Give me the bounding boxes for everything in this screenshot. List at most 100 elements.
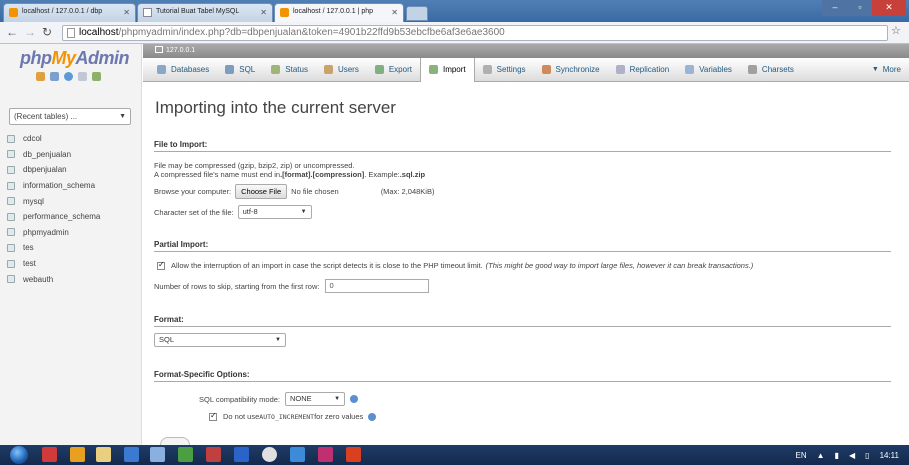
docs-icon[interactable] bbox=[78, 72, 87, 81]
phpmyadmin-logo[interactable]: phpMyAdmin bbox=[20, 48, 130, 69]
tab-databases[interactable]: Databases bbox=[149, 58, 217, 82]
logout-icon[interactable] bbox=[50, 72, 59, 81]
word-icon[interactable] bbox=[234, 447, 249, 462]
server-breadcrumb: 127.0.0.1 bbox=[143, 44, 909, 58]
browser-tab-3[interactable]: localhost / 127.0.0.1 | php ✕ bbox=[274, 3, 404, 23]
database-item[interactable]: db_penjualan bbox=[7, 147, 100, 163]
language-indicator[interactable]: EN bbox=[796, 451, 807, 460]
maximize-button[interactable]: ▫ bbox=[848, 0, 872, 16]
close-tab-icon[interactable]: ✕ bbox=[260, 8, 267, 17]
app-icon[interactable] bbox=[318, 447, 333, 462]
browser-tab-1[interactable]: localhost / 127.0.0.1 / dbp ✕ bbox=[3, 3, 136, 22]
database-item[interactable]: tes bbox=[7, 240, 100, 256]
format-row: SQL ▼ bbox=[154, 333, 286, 347]
tab-sql[interactable]: SQL bbox=[217, 58, 263, 82]
filename-note: A compressed file's name must end in .[f… bbox=[154, 170, 425, 179]
forward-arrow-icon[interactable]: → bbox=[24, 25, 36, 39]
close-tab-icon[interactable]: ✕ bbox=[391, 8, 398, 17]
status-icon bbox=[271, 65, 281, 74]
app-icon[interactable] bbox=[178, 447, 193, 462]
new-tab-button[interactable] bbox=[406, 6, 428, 21]
database-name: webauth bbox=[23, 274, 54, 284]
auto-increment-label: Do not use bbox=[223, 412, 260, 421]
url-input[interactable]: localhost/phpmyadmin/index.php?db=dbpenj… bbox=[62, 25, 888, 41]
page-icon bbox=[67, 28, 75, 38]
format-select[interactable]: SQL ▼ bbox=[154, 333, 286, 347]
tray-arrow-icon[interactable]: ▲ bbox=[817, 451, 825, 460]
database-item[interactable]: information_schema bbox=[7, 178, 100, 194]
help-icon[interactable] bbox=[64, 72, 73, 81]
folder-icon[interactable] bbox=[96, 447, 111, 462]
dropdown-arrow-icon: ▼ bbox=[275, 337, 281, 343]
database-item[interactable]: test bbox=[7, 256, 100, 272]
battery-icon[interactable]: ▯ bbox=[865, 451, 869, 460]
logo-admin: Admin bbox=[75, 48, 130, 68]
app-icon[interactable] bbox=[206, 447, 221, 462]
tab-charsets[interactable]: Charsets bbox=[740, 58, 802, 82]
help-icon[interactable] bbox=[368, 412, 377, 421]
minimize-button[interactable]: – bbox=[822, 0, 848, 16]
dropdown-arrow-icon: ▼ bbox=[334, 396, 341, 402]
tab-synchronize[interactable]: Synchronize bbox=[534, 58, 608, 82]
tab-replication[interactable]: Replication bbox=[608, 58, 678, 82]
app-icon[interactable] bbox=[124, 447, 139, 462]
allow-interrupt-hint: (This might be good way to import large … bbox=[485, 261, 754, 270]
app-icon[interactable] bbox=[150, 447, 165, 462]
bookmark-star-icon[interactable]: ☆ bbox=[891, 24, 901, 37]
database-name: mysql bbox=[23, 196, 44, 206]
tab-status[interactable]: Status bbox=[263, 58, 316, 82]
server-label[interactable]: 127.0.0.1 bbox=[166, 47, 195, 54]
help-icon[interactable] bbox=[350, 395, 359, 403]
format-options-section: Format-Specific Options: bbox=[154, 370, 891, 382]
browser-tab-bar: localhost / 127.0.0.1 / dbp ✕ Tutorial B… bbox=[0, 0, 909, 23]
app-icon[interactable] bbox=[42, 447, 57, 462]
charset-select[interactable]: utf-8 ▼ bbox=[237, 205, 312, 219]
reload-navigation-icon[interactable] bbox=[92, 72, 101, 81]
database-icon bbox=[7, 150, 15, 159]
auto-increment-checkbox[interactable] bbox=[209, 411, 217, 421]
database-icon bbox=[7, 134, 15, 143]
close-window-button[interactable]: ✕ bbox=[872, 0, 906, 16]
skip-rows-input[interactable]: 0 bbox=[325, 279, 430, 293]
tab-settings[interactable]: Settings bbox=[475, 58, 534, 82]
volume-icon[interactable]: ◀ bbox=[849, 451, 855, 460]
allow-interrupt-row: Allow the interruption of an import in c… bbox=[157, 260, 754, 270]
close-tab-icon[interactable]: ✕ bbox=[123, 8, 130, 17]
app-icon[interactable] bbox=[290, 447, 305, 462]
database-item[interactable]: cdcol bbox=[7, 131, 100, 147]
reload-icon[interactable]: ↻ bbox=[42, 25, 52, 39]
clock[interactable]: 14:11 bbox=[880, 451, 899, 460]
browser-tab-2[interactable]: Tutorial Buat Tabel MySQL ✕ bbox=[137, 3, 273, 22]
main-content: Importing into the current server File t… bbox=[143, 82, 909, 445]
database-item[interactable]: performance_schema bbox=[7, 209, 100, 225]
database-item[interactable]: webauth bbox=[7, 271, 100, 287]
go-button[interactable] bbox=[160, 437, 190, 445]
network-icon[interactable]: ▮ bbox=[835, 451, 839, 460]
app-icon[interactable] bbox=[346, 447, 361, 462]
browser-tab-label: localhost / 127.0.0.1 | php bbox=[293, 8, 374, 15]
start-button[interactable] bbox=[10, 446, 28, 464]
filename-format: .[format].[compression] bbox=[280, 170, 365, 179]
tab-import[interactable]: Import bbox=[419, 57, 475, 82]
tab-export[interactable]: Export bbox=[367, 58, 420, 82]
recent-tables-select[interactable]: (Recent tables) ... ▼ bbox=[9, 108, 131, 125]
section-heading: Format-Specific Options: bbox=[154, 370, 891, 382]
database-name: test bbox=[23, 259, 36, 269]
tab-more[interactable]: ▼ More bbox=[864, 58, 909, 82]
home-icon[interactable] bbox=[36, 72, 45, 81]
logo-php: php bbox=[20, 48, 52, 68]
app-icon[interactable] bbox=[70, 447, 85, 462]
back-arrow-icon[interactable]: ← bbox=[6, 25, 18, 39]
compression-note-text: File may be compressed (gzip, bzip2, zip… bbox=[154, 161, 355, 170]
allow-interrupt-checkbox[interactable] bbox=[157, 260, 165, 270]
compat-mode-select[interactable]: NONE ▼ bbox=[285, 392, 346, 406]
database-item[interactable]: phpmyadmin bbox=[7, 225, 100, 241]
database-item[interactable]: dbpenjualan bbox=[7, 162, 100, 178]
database-item[interactable]: mysql bbox=[7, 193, 100, 209]
tab-users[interactable]: Users bbox=[316, 58, 367, 82]
tab-variables[interactable]: Variables bbox=[677, 58, 740, 82]
chrome-icon[interactable] bbox=[262, 447, 277, 462]
sql-icon bbox=[225, 65, 235, 74]
compression-note: File may be compressed (gzip, bzip2, zip… bbox=[154, 161, 355, 170]
choose-file-button[interactable]: Choose File bbox=[235, 184, 288, 199]
